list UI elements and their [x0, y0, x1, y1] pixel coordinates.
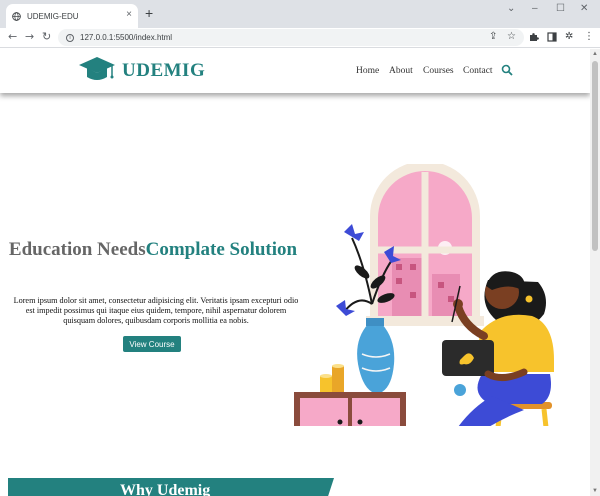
hero-title: Education NeedsComplate Solution [0, 238, 306, 261]
search-icon[interactable] [501, 64, 513, 76]
browser-tab[interactable]: UDEMIG-EDU × [6, 4, 138, 28]
side-panel-icon[interactable] [547, 32, 557, 42]
close-window-button[interactable]: ✕ [580, 3, 588, 14]
bookmark-star-icon[interactable]: ☆ [507, 31, 516, 42]
address-bar[interactable]: i 127.0.0.1:5500/index.html [58, 29, 524, 46]
site-info-icon[interactable]: i [66, 33, 74, 42]
scrollbar-thumb[interactable] [592, 61, 598, 251]
new-tab-button[interactable]: + [145, 5, 153, 21]
page-scrollbar[interactable]: ▲ ▼ [590, 49, 600, 496]
graduation-cap-icon[interactable] [78, 55, 116, 83]
hero-description: Lorem ipsum dolor sit amet, consectetur … [13, 296, 299, 325]
hero-title-part2: Complate Solution [145, 239, 298, 260]
nav-contact[interactable]: Contact [463, 66, 493, 76]
browser-tab-bar: UDEMIG-EDU × + ⌄ – ☐ ✕ [0, 0, 600, 28]
page-viewport: UDEMIG Home About Courses Contact Educat… [0, 49, 590, 496]
minimize-button[interactable]: – [532, 3, 538, 14]
profile-icon[interactable]: ✲ [565, 31, 573, 42]
url-text: 127.0.0.1:5500/index.html [80, 33, 173, 42]
globe-icon [12, 11, 21, 21]
close-tab-icon[interactable]: × [126, 9, 132, 20]
why-section-banner: Why Udemig [8, 478, 334, 496]
tab-search-icon[interactable]: ⌄ [507, 3, 515, 14]
site-header: UDEMIG Home About Courses Contact [0, 49, 590, 93]
nav-home[interactable]: Home [356, 66, 379, 76]
scroll-up-arrow-icon[interactable]: ▲ [592, 51, 598, 57]
reload-icon[interactable]: ↻ [42, 30, 51, 43]
share-icon[interactable]: ⇪ [489, 31, 497, 42]
brand-name[interactable]: UDEMIG [122, 60, 205, 82]
menu-dots-icon[interactable]: ⋮ [584, 31, 594, 42]
forward-arrow-icon[interactable]: → [25, 30, 34, 43]
scroll-down-arrow-icon[interactable]: ▼ [592, 488, 598, 494]
nav-about[interactable]: About [389, 66, 413, 76]
view-course-button[interactable]: View Course [123, 336, 181, 352]
hero-illustration [294, 164, 554, 426]
nav-courses[interactable]: Courses [423, 66, 454, 76]
extensions-puzzle-icon[interactable] [529, 32, 539, 42]
why-section-title: Why Udemig [120, 482, 211, 496]
hero-title-part1: Education Needs [8, 239, 146, 260]
browser-toolbar: ← → ↻ i 127.0.0.1:5500/index.html ⇪ ☆ ✲ … [0, 28, 600, 48]
back-arrow-icon[interactable]: ← [8, 30, 17, 43]
maximize-button[interactable]: ☐ [556, 3, 565, 14]
tab-title: UDEMIG-EDU [27, 11, 79, 21]
